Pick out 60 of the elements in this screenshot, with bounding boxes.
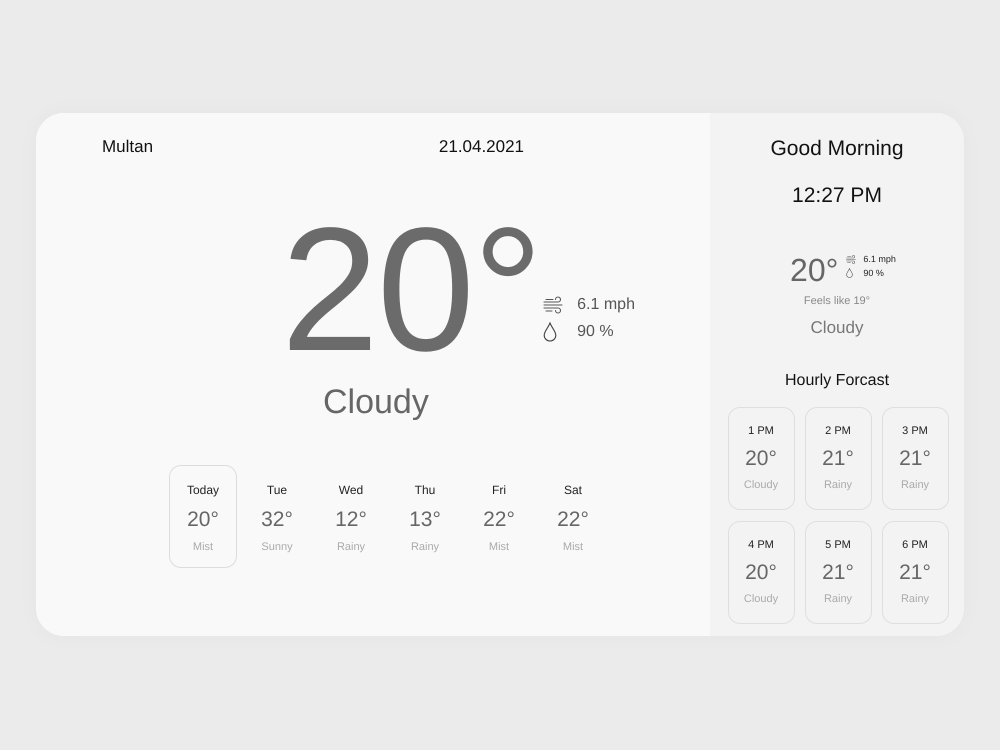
feels-like-text: Feels like 19° xyxy=(804,295,870,308)
day-label: Thu xyxy=(414,483,436,497)
city-name: Multan xyxy=(102,137,154,157)
date-text: 21.04.2021 xyxy=(438,137,524,157)
hour-label: 1 PM xyxy=(748,425,774,438)
water-drop-icon xyxy=(846,268,854,278)
day-item[interactable]: Sat 22° Mist xyxy=(539,465,607,568)
hour-condition: Cloudy xyxy=(744,593,778,606)
day-label: Today xyxy=(186,483,220,497)
hour-label: 3 PM xyxy=(902,425,928,438)
side-humidity: 90 % xyxy=(863,268,884,278)
day-label: Wed xyxy=(338,483,364,497)
day-temperature: 32° xyxy=(261,508,293,532)
hour-temperature: 21° xyxy=(899,447,931,471)
day-item[interactable]: Thu 13° Rainy xyxy=(391,465,459,568)
wind-icon xyxy=(846,254,858,264)
hour-label: 2 PM xyxy=(825,425,851,438)
day-condition: Rainy xyxy=(336,541,366,554)
hour-condition: Rainy xyxy=(900,479,930,492)
hour-temperature: 20° xyxy=(745,561,777,585)
side-wind-speed: 6.1 mph xyxy=(863,254,896,264)
water-drop-icon xyxy=(543,322,558,342)
hour-condition: Rainy xyxy=(824,479,852,492)
day-label: Sat xyxy=(564,483,582,497)
day-label: Tue xyxy=(266,483,288,497)
hour-label: 5 PM xyxy=(825,539,851,552)
hour-temperature: 21° xyxy=(822,447,854,471)
hour-condition: Cloudy xyxy=(744,479,778,492)
day-label: Fri xyxy=(492,483,506,497)
day-condition: Sunny xyxy=(261,541,293,554)
hour-label: 4 PM xyxy=(748,539,774,552)
day-item[interactable]: Fri 22° Mist xyxy=(465,465,533,568)
humidity-value: 90 % xyxy=(577,323,614,341)
hourly-title: Hourly Forcast xyxy=(784,371,890,391)
hour-condition: Rainy xyxy=(824,593,852,606)
day-condition: Mist xyxy=(488,541,510,554)
wind-speed: 6.1 mph xyxy=(577,296,635,314)
hour-condition: Rainy xyxy=(900,593,930,606)
day-condition: Mist xyxy=(562,541,584,554)
day-temperature: 13° xyxy=(409,508,441,532)
day-temperature: 12° xyxy=(335,508,367,532)
day-condition: Mist xyxy=(192,541,214,554)
hour-label: 6 PM xyxy=(902,539,928,552)
day-temperature: 22° xyxy=(557,508,589,532)
day-temperature: 22° xyxy=(483,508,515,532)
current-condition: Cloudy xyxy=(323,382,429,422)
time-text: 12:27 PM xyxy=(792,184,882,208)
wind-icon xyxy=(543,296,566,314)
day-item[interactable]: Today 20° Mist xyxy=(169,465,237,568)
current-temperature: 20° xyxy=(281,202,542,378)
day-condition: Rainy xyxy=(410,541,440,554)
greeting-text: Good Morning xyxy=(770,136,904,162)
hour-temperature: 21° xyxy=(899,561,931,585)
day-temperature: 20° xyxy=(187,508,219,532)
day-item[interactable]: Tue 32° Sunny xyxy=(243,465,311,568)
day-item[interactable]: Wed 12° Rainy xyxy=(317,465,385,568)
side-condition: Cloudy xyxy=(810,318,864,338)
hour-temperature: 21° xyxy=(822,561,854,585)
side-temperature: 20° xyxy=(790,252,838,288)
hour-temperature: 20° xyxy=(745,447,777,471)
